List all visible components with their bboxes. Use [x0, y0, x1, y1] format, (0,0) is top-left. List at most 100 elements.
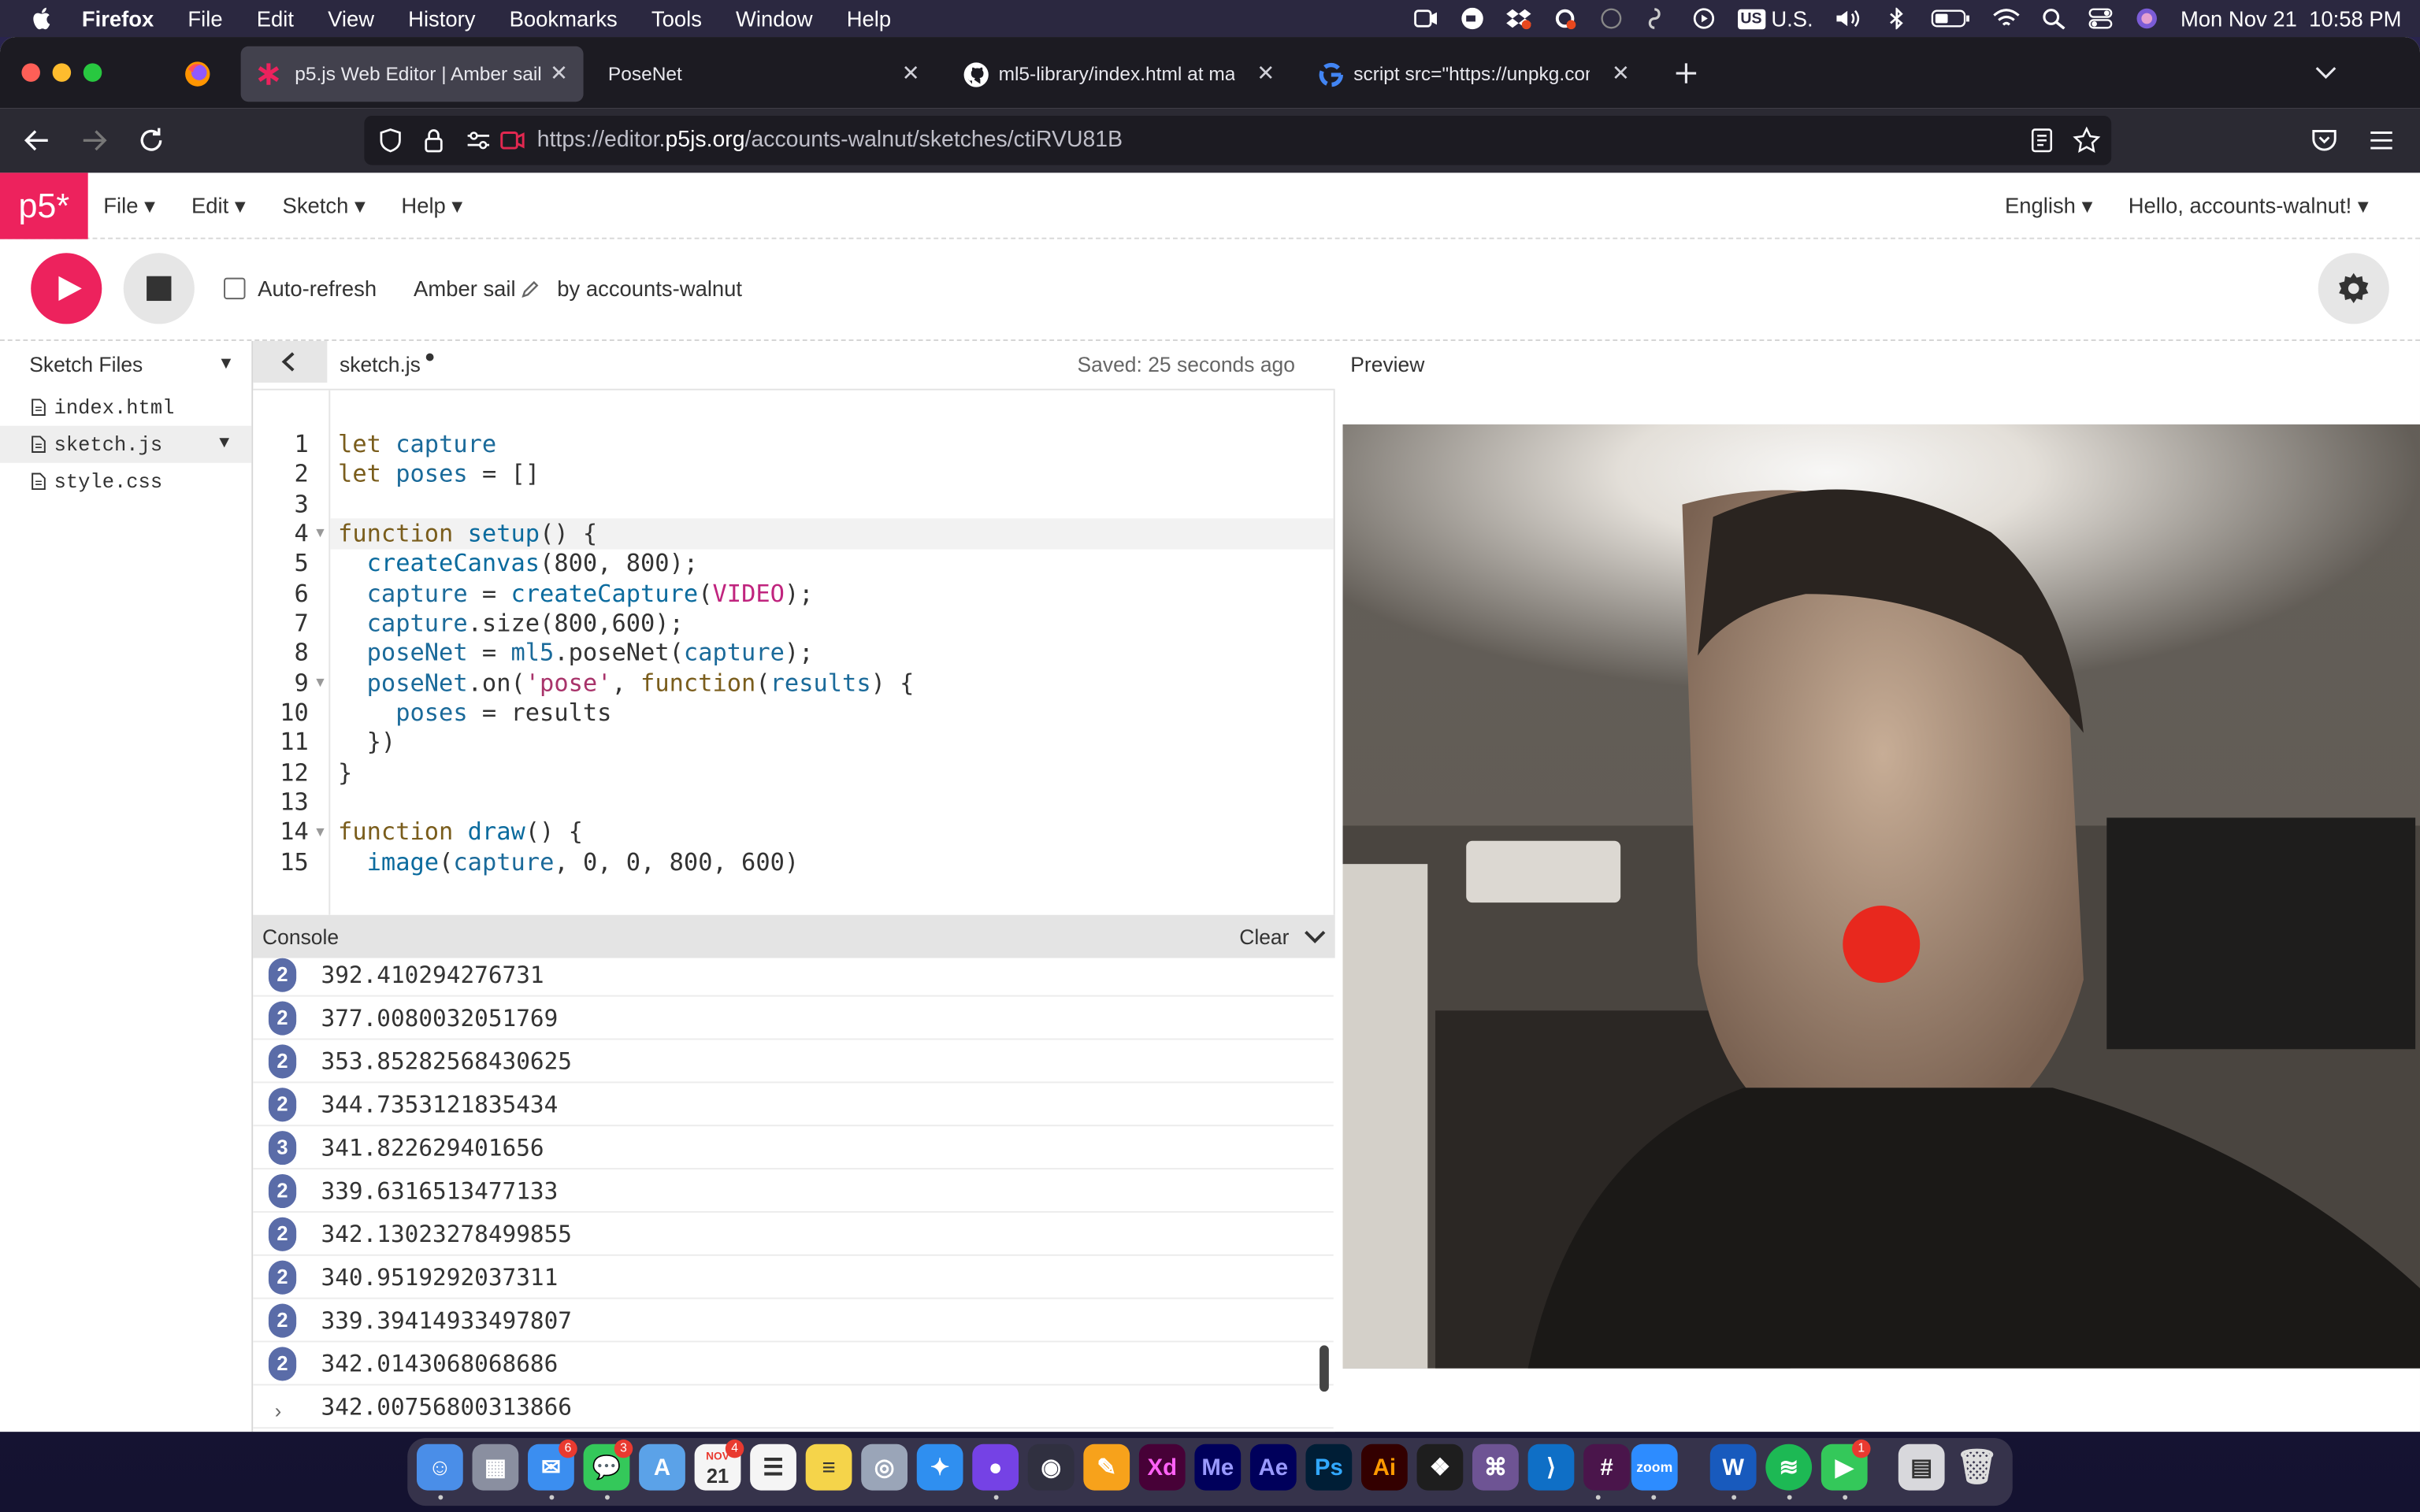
- notch-icon[interactable]: [1645, 8, 1669, 29]
- settings-button[interactable]: [2318, 253, 2389, 324]
- file-index-html[interactable]: index.html: [0, 389, 251, 426]
- url-field[interactable]: https://editor.p5js.org/accounts-walnut/…: [364, 115, 2112, 165]
- new-tab-icon[interactable]: [1675, 61, 1698, 84]
- tab-posenet[interactable]: PoseNet ✕: [592, 46, 935, 102]
- back-icon[interactable]: [23, 127, 50, 154]
- volume-icon[interactable]: [1835, 8, 1862, 29]
- close-tab-icon[interactable]: ✕: [902, 60, 920, 86]
- notes-icon[interactable]: ≡: [805, 1443, 852, 1491]
- downloads-stack-icon[interactable]: ▤: [1898, 1443, 1945, 1491]
- reload-icon[interactable]: [137, 127, 165, 154]
- clock[interactable]: Mon Nov 21 10:58 PM: [2181, 6, 2402, 31]
- circle-d-icon[interactable]: [1598, 8, 1623, 29]
- file-options-icon[interactable]: ▼: [219, 435, 229, 454]
- menu-history[interactable]: History: [408, 6, 475, 31]
- zoom-status-icon[interactable]: [1460, 7, 1484, 30]
- sketch-name[interactable]: Amber sail: [414, 276, 516, 301]
- zoom-dock-icon[interactable]: zoom: [1631, 1443, 1678, 1491]
- file-sketch-js[interactable]: sketch.js ▼: [0, 425, 252, 463]
- menu-window[interactable]: Window: [736, 6, 813, 31]
- p5-menu-edit[interactable]: Edit ▾: [191, 193, 246, 219]
- finder-icon[interactable]: ☺: [416, 1443, 463, 1491]
- firefox-dock-icon[interactable]: ●: [972, 1443, 1019, 1491]
- photoshop-icon[interactable]: Ps: [1305, 1443, 1353, 1491]
- spotlight-icon[interactable]: [2042, 8, 2066, 30]
- url-text[interactable]: https://editor.p5js.org/accounts-walnut/…: [537, 128, 1123, 153]
- collapse-console-icon[interactable]: [1305, 928, 1326, 944]
- console-scrollbar[interactable]: [1319, 1345, 1329, 1392]
- fold-icon[interactable]: ▼: [314, 524, 327, 540]
- forward-icon[interactable]: [80, 127, 108, 154]
- bluetooth-icon[interactable]: [1884, 7, 1909, 30]
- tab-google[interactable]: script src="https://unpkg.com/m ✕: [1303, 46, 1646, 102]
- fold-icon[interactable]: ▼: [314, 674, 327, 690]
- hamburger-menu-icon[interactable]: [2369, 128, 2393, 153]
- word-icon[interactable]: W: [1709, 1443, 1757, 1491]
- battery-icon[interactable]: [1931, 8, 1971, 29]
- reader-view-icon[interactable]: [2029, 128, 2054, 153]
- figma-icon[interactable]: ❖: [1416, 1443, 1464, 1491]
- wifi-icon[interactable]: [1992, 8, 2020, 29]
- close-tab-icon[interactable]: ✕: [1256, 60, 1275, 86]
- close-tab-icon[interactable]: ✕: [550, 60, 568, 86]
- stop-button[interactable]: [123, 253, 195, 324]
- pages-icon[interactable]: ✎: [1083, 1443, 1130, 1491]
- safari-icon[interactable]: ✦: [916, 1443, 963, 1491]
- menu-tools[interactable]: Tools: [651, 6, 702, 31]
- console-prompt-icon[interactable]: ›: [275, 1399, 282, 1422]
- maps-icon[interactable]: A: [639, 1443, 685, 1491]
- p5-logo[interactable]: p5*: [0, 172, 88, 239]
- console-output[interactable]: 2 392.410294276731 2 377.0080032051769 2 353.…: [253, 958, 1335, 1432]
- play-circle-icon[interactable]: [1691, 8, 1716, 29]
- cinema4d-icon[interactable]: ◉: [1027, 1443, 1075, 1491]
- vscode-icon[interactable]: ⟩: [1527, 1443, 1575, 1491]
- play-button[interactable]: [31, 253, 102, 324]
- siri-icon[interactable]: [2134, 8, 2158, 29]
- menu-edit[interactable]: Edit: [257, 6, 294, 31]
- github-desktop-icon[interactable]: ⌘: [1472, 1443, 1519, 1491]
- reminders-icon[interactable]: ☰: [750, 1443, 796, 1491]
- lock-icon[interactable]: [423, 128, 444, 153]
- spotify-icon[interactable]: ≋: [1765, 1443, 1813, 1491]
- slack-icon[interactable]: #: [1583, 1443, 1630, 1491]
- auto-refresh-checkbox[interactable]: [224, 277, 246, 300]
- zoom-window-icon[interactable]: [83, 63, 102, 82]
- xd-icon[interactable]: Xd: [1138, 1443, 1186, 1491]
- language-menu[interactable]: English ▾: [2005, 193, 2092, 219]
- apple-icon[interactable]: [29, 6, 54, 31]
- camera-in-use-icon[interactable]: [500, 130, 525, 151]
- firefox-view-icon[interactable]: [184, 60, 211, 87]
- sidebar-options-icon[interactable]: ▼: [217, 355, 234, 374]
- code-editor[interactable]: 1 2 3 4 5 6 7 8 9 10 11 12 13 14 15 ▼ ▼ …: [253, 390, 1335, 915]
- menu-file[interactable]: File: [187, 6, 222, 31]
- tab-p5-editor[interactable]: p5.js Web Editor | Amber sail ✕: [240, 46, 584, 102]
- control-center-icon[interactable]: [2088, 8, 2112, 29]
- media-encoder-icon[interactable]: Me: [1194, 1443, 1242, 1491]
- tracking-shield-icon[interactable]: [378, 128, 403, 153]
- creative-cloud-icon[interactable]: [1552, 8, 1576, 30]
- dropbox-icon[interactable]: [1505, 8, 1531, 30]
- preview-canvas[interactable]: [1342, 424, 2420, 1369]
- launchpad-icon[interactable]: ▦: [472, 1443, 519, 1491]
- menu-help[interactable]: Help: [847, 6, 891, 31]
- fold-icon[interactable]: ▼: [314, 824, 327, 839]
- preview-app-icon[interactable]: ◎: [861, 1443, 908, 1491]
- illustrator-icon[interactable]: Ai: [1360, 1443, 1408, 1491]
- p5-menu-sketch[interactable]: Sketch ▾: [283, 193, 366, 219]
- account-menu[interactable]: Hello, accounts-walnut! ▾: [2129, 193, 2369, 219]
- after-effects-icon[interactable]: Ae: [1249, 1443, 1297, 1491]
- file-style-css[interactable]: style.css: [0, 463, 251, 500]
- minimize-window-icon[interactable]: [52, 63, 72, 82]
- p5-menu-help[interactable]: Help ▾: [401, 193, 462, 219]
- permissions-icon[interactable]: [466, 128, 491, 153]
- screen-record-icon[interactable]: [1413, 8, 1438, 29]
- p5-menu-file[interactable]: File ▾: [103, 193, 155, 219]
- close-tab-icon[interactable]: ✕: [1612, 60, 1630, 86]
- pocket-icon[interactable]: [2311, 128, 2338, 153]
- menu-view[interactable]: View: [328, 6, 374, 31]
- bookmark-star-icon[interactable]: [2073, 126, 2101, 154]
- menu-bookmarks[interactable]: Bookmarks: [510, 6, 618, 31]
- console-clear-button[interactable]: Clear: [1239, 926, 1289, 949]
- trash-icon[interactable]: 🗑: [1954, 1444, 2000, 1491]
- menu-app-name[interactable]: Firefox: [82, 6, 154, 31]
